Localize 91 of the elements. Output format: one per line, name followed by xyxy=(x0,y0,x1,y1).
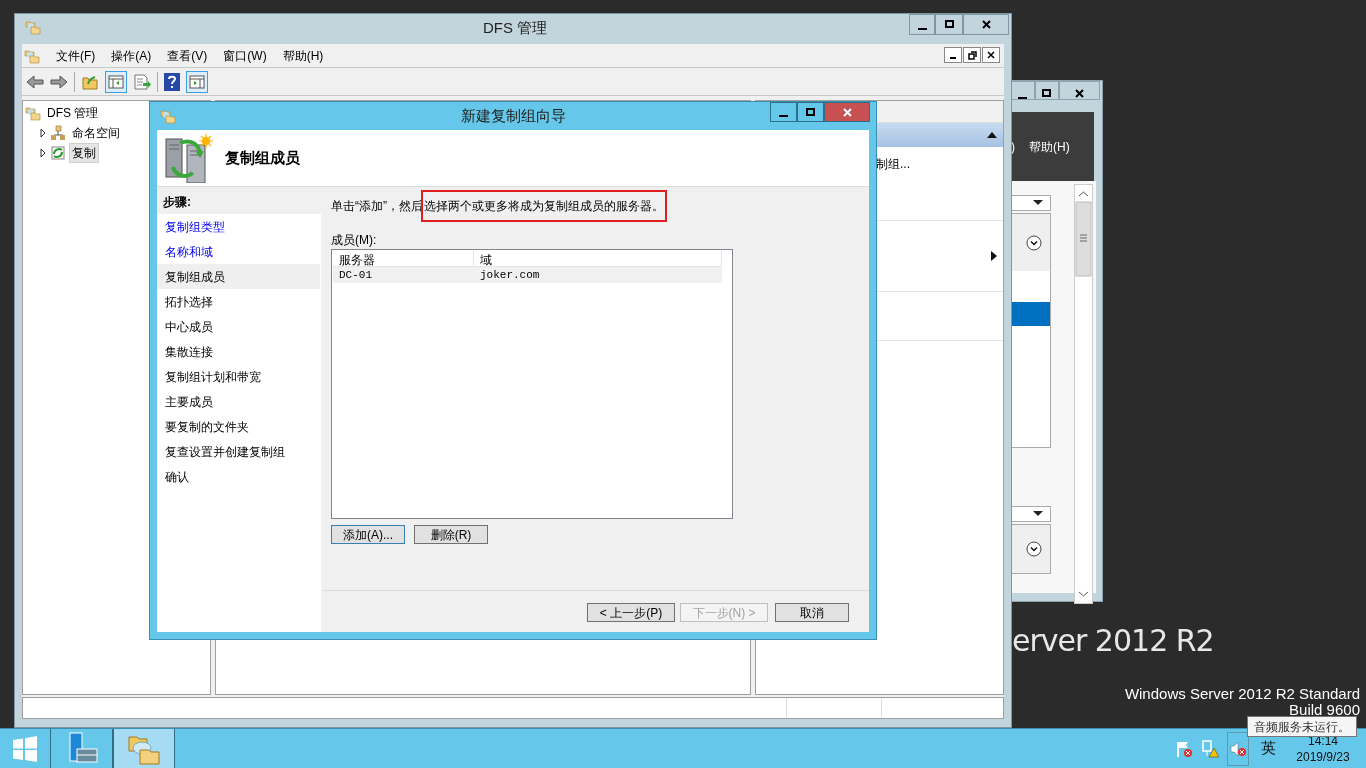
flag-error-icon[interactable] xyxy=(1175,739,1193,758)
close-button[interactable] xyxy=(982,47,1000,63)
minimize-icon xyxy=(917,27,927,30)
date-text: 2019/9/23 xyxy=(1296,748,1350,765)
restore-icon xyxy=(967,50,977,60)
step-link[interactable]: 名称和域 xyxy=(157,239,320,264)
step-item: 要复制的文件夹 xyxy=(164,418,250,436)
close-icon xyxy=(980,19,992,30)
expand-icon[interactable] xyxy=(1026,234,1042,251)
expand-icon[interactable] xyxy=(39,148,47,158)
instruction-text: 单击“添加”，然后 xyxy=(331,198,423,215)
tray-button[interactable] xyxy=(1227,731,1249,766)
hierarchy-icon xyxy=(50,125,66,141)
forward-arrow-icon[interactable] xyxy=(50,74,68,89)
dropdown-control[interactable] xyxy=(1011,506,1051,522)
step-item: 中心成员 xyxy=(164,318,214,336)
export-icon[interactable] xyxy=(133,73,151,90)
page-heading: 复制组成员 xyxy=(225,147,300,168)
cancel-button[interactable]: 取消 xyxy=(775,603,849,622)
tooltip: 音频服务未运行。 xyxy=(1247,716,1357,737)
close-icon xyxy=(986,50,996,60)
taskbar-button[interactable] xyxy=(113,729,175,768)
close-button[interactable] xyxy=(963,14,1009,35)
minimize-icon xyxy=(1018,97,1028,99)
selected-row xyxy=(1012,302,1050,326)
tree-item[interactable]: 复制 xyxy=(69,143,99,163)
step-link[interactable]: 复制组类型 xyxy=(157,214,320,239)
network-warning-icon[interactable] xyxy=(1201,739,1219,758)
action-pane-icon[interactable] xyxy=(186,70,208,93)
expand-icon[interactable] xyxy=(39,128,47,138)
minimize-button[interactable] xyxy=(944,47,962,63)
menu-item[interactable]: 文件(F) xyxy=(56,46,96,65)
remove-button[interactable]: 删除(R) xyxy=(414,525,488,544)
step-item: 拓扑选择 xyxy=(164,293,214,311)
app-icon xyxy=(160,108,176,124)
add-button[interactable]: 添加(A)... xyxy=(331,525,405,544)
sync-icon xyxy=(50,145,66,161)
window-title: DFS 管理 xyxy=(482,17,548,38)
close-button[interactable] xyxy=(1058,81,1100,100)
step-item: 确认 xyxy=(164,468,190,486)
tree-item[interactable]: 命名空间 xyxy=(69,123,123,143)
step-item: 主要成员 xyxy=(164,393,214,411)
minimize-button[interactable] xyxy=(770,102,797,122)
branding-text: erver 2012 R2 xyxy=(1012,622,1214,660)
step-item: 复制组计划和带宽 xyxy=(164,368,262,386)
back-arrow-icon[interactable] xyxy=(26,74,44,89)
instruction-text: 选择两个或更多将成为复制组成员的服务器。 xyxy=(423,192,665,220)
dropdown-control[interactable] xyxy=(1011,195,1051,211)
app-icon xyxy=(24,47,40,64)
minimize-icon xyxy=(950,57,956,59)
dialog-title: 新建复制组向导 xyxy=(460,105,566,126)
maximize-button[interactable] xyxy=(935,14,963,35)
windows-logo-icon xyxy=(12,735,38,762)
maximize-icon xyxy=(805,106,816,118)
column-header[interactable]: 域 xyxy=(474,251,722,266)
menu-item[interactable]: 帮助(H) xyxy=(282,46,324,65)
maximize-button[interactable] xyxy=(1034,81,1059,100)
collapse-icon[interactable] xyxy=(987,132,997,138)
maximize-button[interactable] xyxy=(797,102,824,122)
menu-item[interactable]: 操作(A) xyxy=(111,46,152,65)
ime-indicator[interactable]: 英 xyxy=(1261,737,1276,760)
field-label: 成员(M): xyxy=(331,232,378,249)
folder-up-icon[interactable] xyxy=(81,73,99,90)
server-sync-icon xyxy=(163,133,213,183)
app-icon xyxy=(25,19,41,35)
folders-icon xyxy=(25,105,41,121)
back-button[interactable]: < 上一步(P) xyxy=(587,603,675,622)
expand-icon[interactable] xyxy=(1026,541,1042,557)
steps-heading: 步骤: xyxy=(157,189,321,214)
scrollbar[interactable] xyxy=(1074,184,1093,604)
column-header[interactable]: 服务器 xyxy=(333,251,474,266)
menu-item[interactable]: 查看(V) xyxy=(167,46,208,65)
maximize-icon xyxy=(1041,88,1053,99)
console-tree-icon[interactable] xyxy=(105,70,127,93)
close-icon xyxy=(841,106,853,118)
restore-button[interactable] xyxy=(963,47,981,63)
minimize-icon xyxy=(779,115,788,117)
menu-item[interactable]: 帮助(H) xyxy=(1029,137,1070,156)
submenu-arrow-icon[interactable] xyxy=(991,251,997,261)
speaker-error-icon xyxy=(1229,739,1247,758)
tree-item[interactable]: DFS 管理 xyxy=(44,103,102,123)
action-link[interactable]: 制组... xyxy=(876,157,910,171)
step-item: 集散连接 xyxy=(164,343,214,361)
minimize-button[interactable] xyxy=(909,14,935,35)
step-item: 复制组成员 xyxy=(157,264,320,289)
list-row[interactable]: DC-01 joker.com xyxy=(333,267,722,283)
close-icon xyxy=(1073,88,1085,99)
menu-item[interactable]: 窗口(W) xyxy=(223,46,267,65)
maximize-icon xyxy=(943,19,955,30)
step-item: 复查设置并创建复制组 xyxy=(164,443,286,461)
help-icon[interactable] xyxy=(164,72,180,91)
